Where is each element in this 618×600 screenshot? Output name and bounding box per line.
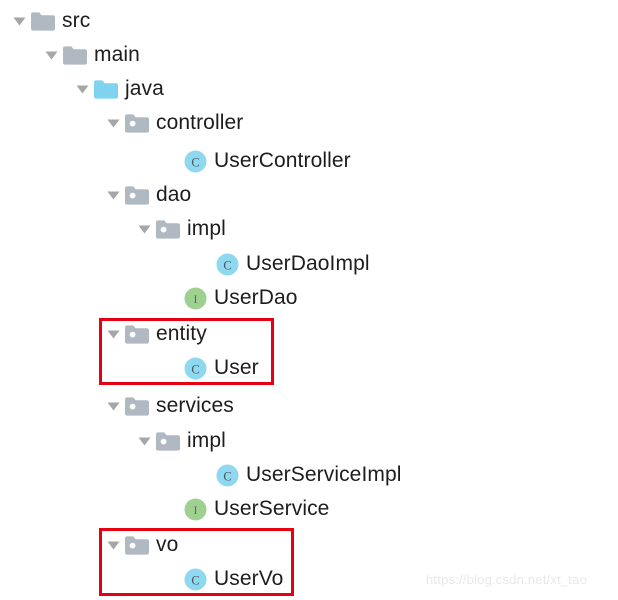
expand-triangle-icon[interactable] xyxy=(40,38,62,72)
tree-node-label: java xyxy=(125,77,164,100)
folder-package-icon xyxy=(124,317,150,351)
tree-node-java[interactable]: java xyxy=(71,72,164,106)
tree-node-label: vo xyxy=(156,533,179,556)
tree-node-label: controller xyxy=(156,111,244,134)
tree-node-uservo[interactable]: C UserVo xyxy=(160,562,283,596)
tree-node-label: impl xyxy=(187,217,226,240)
tree-node-dao[interactable]: dao xyxy=(102,178,191,212)
interface-icon: I xyxy=(182,281,208,315)
tree-node-entity[interactable]: entity xyxy=(102,317,207,351)
tree-node-label: dao xyxy=(156,183,192,206)
tree-node-vo[interactable]: vo xyxy=(102,528,178,562)
watermark-text: https://blog.csdn.net/xt_tao xyxy=(426,572,587,587)
expand-triangle-icon[interactable] xyxy=(102,317,124,351)
folder-package-icon xyxy=(124,106,150,140)
tree-node-services[interactable]: services xyxy=(102,389,234,423)
tree-node-impl[interactable]: impl xyxy=(133,212,226,246)
svg-text:I: I xyxy=(193,503,197,517)
folder-package-icon xyxy=(155,212,181,246)
tree-node-label: UserDaoImpl xyxy=(246,252,370,275)
tree-node-user[interactable]: C User xyxy=(160,351,259,385)
tree-node-label: src xyxy=(62,9,91,32)
tree-node-label: services xyxy=(156,394,234,417)
class-icon: C xyxy=(214,458,240,492)
tree-node-userdao[interactable]: I UserDao xyxy=(160,281,298,315)
expand-triangle-icon[interactable] xyxy=(8,4,30,38)
svg-text:C: C xyxy=(191,362,199,376)
folder-source-icon xyxy=(93,72,119,106)
tree-node-usercontroller[interactable]: C UserController xyxy=(160,144,351,178)
interface-icon: I xyxy=(182,492,208,526)
class-icon: C xyxy=(182,351,208,385)
expand-triangle-icon[interactable] xyxy=(102,389,124,423)
folder-package-icon xyxy=(124,528,150,562)
tree-node-label: impl xyxy=(187,429,226,452)
tree-node-label: UserServiceImpl xyxy=(246,463,402,486)
folder-package-icon xyxy=(155,424,181,458)
folder-plain-icon xyxy=(30,4,56,38)
class-icon: C xyxy=(182,562,208,596)
class-icon: C xyxy=(214,247,240,281)
expand-triangle-icon[interactable] xyxy=(133,212,155,246)
tree-node-userdaoimpl[interactable]: C UserDaoImpl xyxy=(192,247,370,281)
tree-node-label: UserController xyxy=(214,149,351,172)
tree-node-src[interactable]: src xyxy=(8,4,90,38)
svg-text:I: I xyxy=(193,292,197,306)
expand-triangle-icon[interactable] xyxy=(102,528,124,562)
tree-node-label: main xyxy=(94,43,140,66)
tree-node-label: UserVo xyxy=(214,567,284,590)
expand-triangle-icon[interactable] xyxy=(133,424,155,458)
svg-text:C: C xyxy=(223,258,231,272)
tree-node-label: UserService xyxy=(214,497,330,520)
class-icon: C xyxy=(182,144,208,178)
tree-node-label: UserDao xyxy=(214,286,298,309)
expand-triangle-icon[interactable] xyxy=(102,106,124,140)
expand-triangle-icon[interactable] xyxy=(71,72,93,106)
folder-plain-icon xyxy=(62,38,88,72)
project-tree: src main java controller C UserController dao i… xyxy=(0,0,618,600)
tree-node-main[interactable]: main xyxy=(40,38,140,72)
tree-node-label: User xyxy=(214,356,259,379)
tree-node-label: entity xyxy=(156,322,207,345)
tree-node-impl[interactable]: impl xyxy=(133,424,226,458)
folder-package-icon xyxy=(124,178,150,212)
svg-text:C: C xyxy=(191,155,199,169)
tree-node-userserviceimpl[interactable]: C UserServiceImpl xyxy=(192,458,402,492)
svg-text:C: C xyxy=(223,469,231,483)
tree-node-controller[interactable]: controller xyxy=(102,106,243,140)
tree-node-userservice[interactable]: I UserService xyxy=(160,492,329,526)
svg-text:C: C xyxy=(191,573,199,587)
expand-triangle-icon[interactable] xyxy=(102,178,124,212)
folder-package-icon xyxy=(124,389,150,423)
